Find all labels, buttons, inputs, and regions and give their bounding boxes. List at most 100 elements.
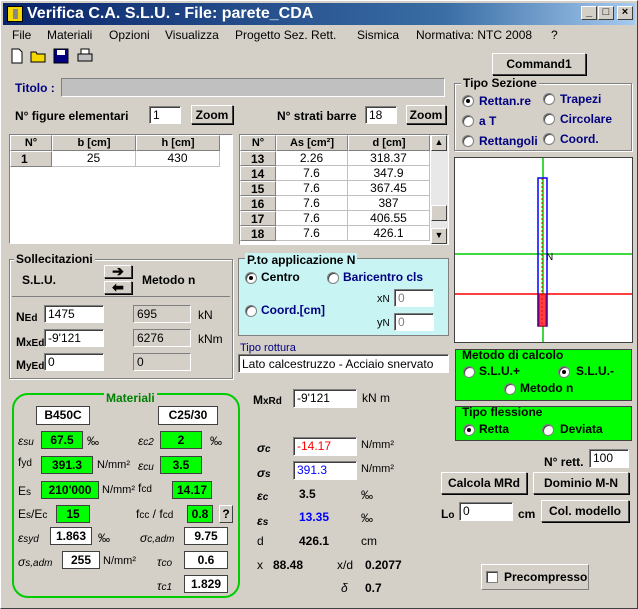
main-window: Verifica C.A. S.L.U. - File: parete_CDA … <box>0 0 638 609</box>
tau-c1-value: 1.829 <box>184 575 228 593</box>
help-question-icon[interactable]: ? <box>219 505 233 523</box>
menu-sismica[interactable]: Sismica <box>357 28 399 42</box>
fyd-label: fyd <box>18 455 32 469</box>
d-label: d <box>257 534 264 548</box>
radio-rettanre[interactable] <box>462 95 474 107</box>
nrett-input[interactable]: 100 <box>589 449 629 468</box>
scroll-up-icon[interactable]: ▲ <box>431 135 447 151</box>
ned-n-value: 695 <box>133 305 191 323</box>
strati-table[interactable]: N° As [cm²] d [cm] 13 2.26 318.37 14 7.6 347.… <box>239 134 449 245</box>
minimize-button[interactable]: _ <box>581 6 597 20</box>
menu-opzioni[interactable]: Opzioni <box>109 28 150 42</box>
radio-trapezi[interactable] <box>543 93 555 105</box>
figure-table[interactable]: N° b [cm] h [cm] 1 25 430 <box>9 134 233 244</box>
table-cell[interactable]: 7.6 <box>276 166 348 181</box>
table-cell[interactable]: 426.1 <box>348 226 430 241</box>
fcc-fcd-value[interactable]: 0.8 <box>187 505 213 523</box>
table-cell[interactable]: 25 <box>52 151 136 167</box>
radio-retta[interactable] <box>463 424 475 436</box>
close-button[interactable]: × <box>617 6 633 20</box>
es-ec-value[interactable]: 15 <box>56 505 90 523</box>
acciaio-type[interactable]: B450C <box>36 406 90 425</box>
maximize-button[interactable]: □ <box>598 6 614 20</box>
radio-deviata[interactable] <box>542 424 554 436</box>
ecu-value[interactable]: 3.5 <box>160 456 202 474</box>
table-cell[interactable]: 387 <box>348 196 430 211</box>
ned-input[interactable]: 1475 <box>44 305 104 323</box>
esyd-label: εsyd <box>18 531 39 545</box>
menu-visualizza[interactable]: Visualizza <box>165 28 219 42</box>
col-modello-button[interactable]: Col. modello <box>541 500 629 522</box>
radio-slu-plus[interactable] <box>463 366 475 378</box>
mxed-input[interactable]: -9'121 <box>44 329 104 347</box>
table-cell[interactable]: 367.45 <box>348 181 430 196</box>
lo-input[interactable]: 0 <box>459 502 513 521</box>
menu-materiali[interactable]: Materiali <box>47 28 92 42</box>
command1-button[interactable]: Command1 <box>492 53 586 75</box>
strati-count-input[interactable]: 18 <box>365 106 397 124</box>
radio-rettangoli[interactable] <box>462 135 474 147</box>
lo-unit: cm <box>518 507 536 521</box>
radio-circolare[interactable] <box>543 113 555 125</box>
window-title: Verifica C.A. S.L.U. - File: parete_CDA <box>27 5 314 22</box>
radio-coord[interactable] <box>543 133 555 145</box>
titolo-label: Titolo : <box>15 81 55 95</box>
metodo-n-label: Metodo n <box>142 273 196 287</box>
dominio-mn-button[interactable]: Dominio M-N <box>533 472 629 494</box>
menu-file[interactable]: File <box>12 28 31 42</box>
label-metodo-n: Metodo n <box>520 381 574 395</box>
calcola-mrd-button[interactable]: Calcola MRd <box>441 472 527 494</box>
figure-count-input[interactable]: 1 <box>149 106 181 124</box>
cls-type[interactable]: C25/30 <box>158 406 218 425</box>
print-icon[interactable] <box>77 48 93 64</box>
ec2-label: εc2 <box>138 434 154 448</box>
myed-input[interactable]: 0 <box>44 353 104 371</box>
titolo-input[interactable] <box>61 78 445 97</box>
new-file-icon[interactable] <box>9 48 25 64</box>
table-cell[interactable]: 7.6 <box>276 226 348 241</box>
sigma-s-adm-value[interactable]: 255 <box>62 551 100 569</box>
radio-baricentro[interactable] <box>327 272 339 284</box>
ec2-value[interactable]: 2 <box>160 431 202 449</box>
scroll-down-icon[interactable]: ▼ <box>431 228 447 244</box>
strati-scrollbar[interactable]: ▲ ▼ <box>431 135 448 244</box>
fyd-value[interactable]: 391.3 <box>41 456 93 474</box>
radio-metodo-n[interactable] <box>504 383 516 395</box>
save-icon[interactable] <box>53 48 69 64</box>
eps-c-value: 3.5 <box>299 487 316 501</box>
table-cell[interactable]: 7.6 <box>276 181 348 196</box>
radio-slu-minus[interactable] <box>558 366 570 378</box>
tau-co-value[interactable]: 0.6 <box>184 551 228 569</box>
sigma-c-adm-value[interactable]: 9.75 <box>184 527 228 545</box>
radio-coord-cm[interactable] <box>245 305 257 317</box>
table-cell[interactable]: 7.6 <box>276 196 348 211</box>
table-cell[interactable]: 2.26 <box>276 151 348 166</box>
d-unit: cm <box>361 534 377 548</box>
figure-zoom-button[interactable]: Zoom <box>191 105 233 124</box>
table-cell[interactable]: 7.6 <box>276 211 348 226</box>
table-cell[interactable]: 318.37 <box>348 151 430 166</box>
fcd-value[interactable]: 14.17 <box>172 481 212 499</box>
yn-input[interactable]: 0 <box>394 313 434 331</box>
es-value[interactable]: 210'000 <box>41 481 99 499</box>
arrow-left-icon[interactable]: ⬅ <box>104 280 132 294</box>
menu-help[interactable]: ? <box>551 28 558 42</box>
precompresso-checkbox[interactable] <box>486 571 498 583</box>
table-cell[interactable]: 406.55 <box>348 211 430 226</box>
label-centro: Centro <box>261 270 300 284</box>
radio-centro[interactable] <box>245 272 257 284</box>
table-cell[interactable]: 347.9 <box>348 166 430 181</box>
es-ec-label: Es/Ec <box>18 507 48 521</box>
xn-input[interactable]: 0 <box>394 289 434 307</box>
label-retta: Retta <box>479 422 510 436</box>
arrow-right-icon[interactable]: ➔ <box>104 264 132 278</box>
open-folder-icon[interactable] <box>30 48 46 64</box>
menu-normativa[interactable]: Normativa: NTC 2008 <box>416 28 532 42</box>
scroll-thumb[interactable] <box>431 205 447 221</box>
radio-at[interactable] <box>462 115 474 127</box>
strati-zoom-button[interactable]: Zoom <box>406 105 446 124</box>
esu-value[interactable]: 67.5 <box>41 431 83 449</box>
menu-progetto[interactable]: Progetto Sez. Rett. <box>235 28 336 42</box>
yn-label: yN <box>377 317 390 329</box>
table-cell[interactable]: 430 <box>136 151 220 167</box>
